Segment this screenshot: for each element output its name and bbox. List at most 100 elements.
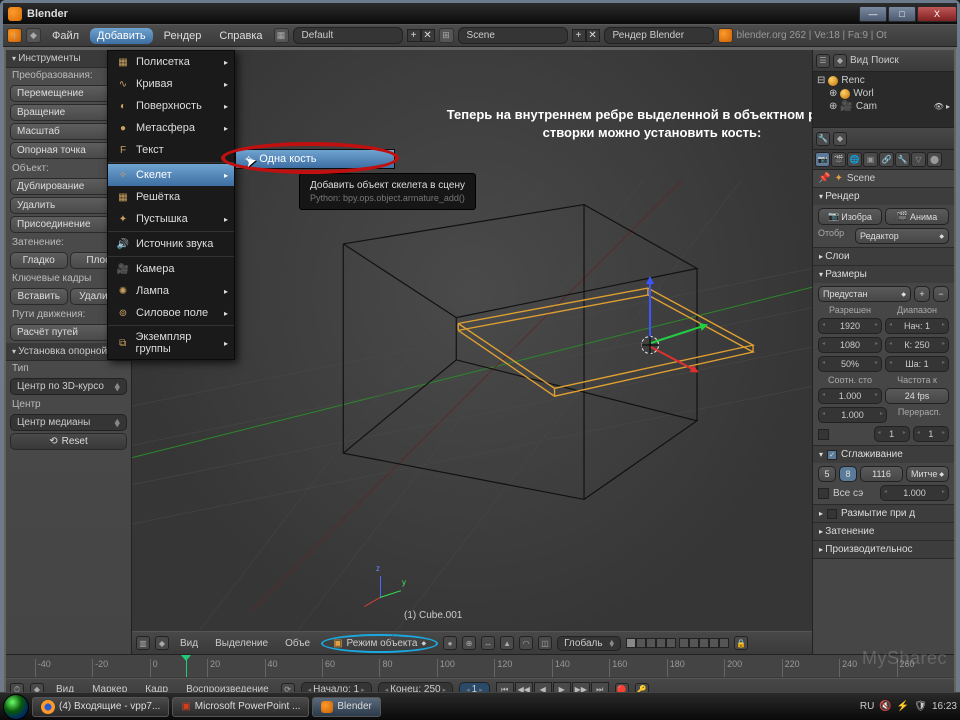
dimensions-section-header[interactable]: Размеры	[813, 266, 954, 283]
add-menu-item[interactable]: 🔊Источник звука	[108, 233, 234, 255]
view-menu[interactable]: Вид	[174, 636, 204, 651]
tray-icon[interactable]: 🛡	[914, 701, 927, 712]
tab-modifiers[interactable]: 🔧	[895, 152, 910, 167]
aspect-y-field[interactable]: 1.000	[818, 407, 887, 423]
menu-add[interactable]: Добавить	[90, 28, 153, 44]
tab-scene[interactable]: 🎬	[831, 152, 846, 167]
aspect-x-field[interactable]: 1.000	[818, 388, 882, 404]
render-image-button[interactable]: 📷Изобра	[818, 208, 882, 225]
render-anim-button[interactable]: 🎬Анима	[885, 208, 949, 225]
timeline-cursor[interactable]	[186, 655, 187, 677]
add-menu-item[interactable]: ▦Полисетка	[108, 51, 234, 73]
add-menu-item[interactable]: FТекст	[108, 139, 234, 161]
screen-layout-icon[interactable]: ▦	[274, 28, 289, 43]
windows-taskbar[interactable]: (4) Входящие - vpp7...▣Microsoft PowerPo…	[0, 692, 960, 720]
taskbar-item[interactable]: Blender	[312, 697, 380, 717]
add-menu-item[interactable]: ✧Скелет	[108, 164, 234, 186]
menu-file[interactable]: Файл	[45, 28, 86, 44]
tab-object[interactable]: ▣	[863, 152, 878, 167]
tab-render[interactable]: 📷	[815, 152, 830, 167]
layout-add-remove[interactable]: +✕	[407, 29, 435, 42]
preset-dropdown[interactable]: Предустан◆	[818, 286, 911, 302]
lang-indicator[interactable]: RU	[860, 701, 874, 712]
insert-key-button[interactable]: Вставить	[10, 288, 68, 305]
tab-material[interactable]: ⬤	[927, 152, 942, 167]
aa-5-button[interactable]: 5	[818, 466, 836, 482]
tab-data[interactable]: ▽	[911, 152, 926, 167]
add-menu-item[interactable]: 🎥Камера	[108, 258, 234, 280]
props-collapse-icon[interactable]: ◆	[833, 132, 847, 146]
add-menu-item[interactable]: ●Метасфера	[108, 117, 234, 139]
performance-section-header[interactable]: Производительнос	[813, 541, 954, 558]
frame-start-field[interactable]: Нач: 1	[885, 318, 949, 334]
select-menu[interactable]: Выделение	[209, 636, 274, 651]
object-menu[interactable]: Объе	[279, 636, 316, 651]
add-menu-item[interactable]: ✺Лампа	[108, 280, 234, 302]
translate-gizmo-icon[interactable]: ▲	[500, 636, 514, 650]
fps-dropdown[interactable]: 24 fps	[885, 388, 949, 404]
full-sample-checkbox[interactable]: Все сэ	[818, 485, 877, 501]
outliner-collapse-icon[interactable]: ◆	[833, 54, 847, 68]
reset-button[interactable]: ⟲ Reset	[10, 433, 127, 450]
shading-section-header[interactable]: Затенение	[813, 523, 954, 540]
blender-home-icon[interactable]	[718, 28, 733, 43]
tab-constraints[interactable]: 🔗	[879, 152, 894, 167]
tab-world[interactable]: 🌐	[847, 152, 862, 167]
res-x-field[interactable]: 1920	[818, 318, 882, 334]
title-bar[interactable]: Blender — □ X	[3, 3, 957, 24]
collapse-3d-icon[interactable]: ◆	[155, 636, 169, 650]
timeline[interactable]: -40-200204060801001201401601802002202402…	[6, 654, 954, 678]
border-checkbox[interactable]	[818, 426, 871, 442]
shading-sphere-icon[interactable]: ●	[443, 636, 457, 650]
remap-old-field[interactable]: 1	[874, 426, 910, 442]
system-tray[interactable]: RU 🔇 ⚡ 🛡 16:23	[860, 701, 957, 712]
scene-add-remove[interactable]: +✕	[572, 29, 600, 42]
add-menu-item[interactable]: ⧉Экземпляр группы	[108, 327, 234, 359]
add-menu-item[interactable]: ▦Решётка	[108, 186, 234, 208]
collapse-icon[interactable]: ◆	[26, 28, 41, 43]
render-engine-field[interactable]: Рендер Blender	[604, 27, 714, 44]
menu-help[interactable]: Справка	[212, 28, 269, 44]
res-pct-field[interactable]: 50%	[818, 356, 882, 372]
display-dropdown[interactable]: Редактор◆	[855, 228, 949, 244]
outliner-search-menu[interactable]: Поиск	[871, 55, 899, 66]
screen-layout-field[interactable]: Default	[293, 27, 403, 44]
close-button[interactable]: X	[917, 6, 957, 22]
res-y-field[interactable]: 1080	[818, 337, 882, 353]
scale-gizmo-icon[interactable]: ◫	[538, 636, 552, 650]
add-submenu-item[interactable]: ✧ Одна кость	[235, 149, 395, 169]
pivot-icon[interactable]: ⊕	[462, 636, 476, 650]
remap-new-field[interactable]: 1	[913, 426, 949, 442]
rotate-gizmo-icon[interactable]: ◠	[519, 636, 533, 650]
minimize-button[interactable]: —	[859, 6, 887, 22]
filter-size-field[interactable]: 1.000	[880, 485, 949, 501]
scene-browse-icon[interactable]: ⊞	[439, 28, 454, 43]
manipulator-icon[interactable]: ↔	[481, 636, 495, 650]
center-dropdown[interactable]: Центр медианы	[10, 414, 127, 431]
taskbar-item[interactable]: (4) Входящие - vpp7...	[32, 697, 169, 717]
outliner[interactable]: ⊟Renc ⊕Worl ⊕🎥Cam👁 ▸	[813, 72, 954, 128]
tray-icon[interactable]: 🔇	[879, 701, 891, 712]
clock[interactable]: 16:23	[932, 701, 957, 712]
aa-8-button[interactable]: 8	[839, 466, 857, 482]
orientation-dropdown[interactable]: Глобаль	[557, 636, 621, 651]
aa-filter-dropdown[interactable]: Митче◆	[906, 466, 949, 482]
add-menu-item[interactable]: ∿Кривая	[108, 73, 234, 95]
mode-dropdown[interactable]: Режим объекта	[347, 638, 418, 649]
timeline-ruler[interactable]: -40-200204060801001201401601802002202402…	[6, 655, 954, 677]
editor-type-icon[interactable]: i	[7, 28, 22, 43]
editor-type-3d-icon[interactable]: ▥	[136, 636, 150, 650]
add-menu-item[interactable]: ✦Пустышка	[108, 208, 234, 230]
outliner-editor-icon[interactable]: ☰	[816, 54, 830, 68]
taskbar-item[interactable]: ▣Microsoft PowerPoint ...	[172, 697, 309, 717]
scene-field[interactable]: Scene	[458, 27, 568, 44]
layer-buttons[interactable]	[626, 638, 729, 648]
lock-camera-icon[interactable]: 🔒	[734, 636, 748, 650]
motion-blur-header[interactable]: Размытие при д	[813, 505, 954, 522]
aa-1116-button[interactable]: 1116	[860, 466, 903, 482]
props-editor-icon[interactable]: 🔧	[816, 132, 830, 146]
preset-add-button[interactable]: +	[914, 286, 930, 302]
start-button[interactable]	[3, 694, 29, 720]
preset-remove-button[interactable]: −	[933, 286, 949, 302]
antialias-section-header[interactable]: ✓Сглаживание	[813, 446, 954, 463]
